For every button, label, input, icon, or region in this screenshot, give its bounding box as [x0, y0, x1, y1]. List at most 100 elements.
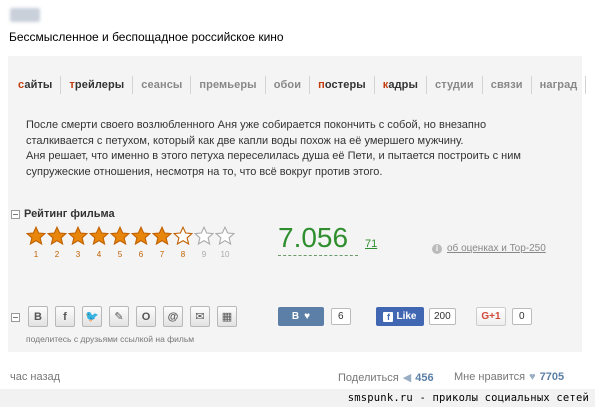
- about-ratings-link[interactable]: i об оценках и Top-250: [432, 243, 546, 254]
- menu-item[interactable]: трейлеры: [61, 76, 134, 94]
- vk-share-button[interactable]: В: [28, 306, 48, 327]
- menu-item-label: остеры: [324, 79, 366, 91]
- vk-like-label: В: [291, 311, 300, 322]
- share-collapse-toggle[interactable]: [11, 313, 20, 322]
- moimir-share-button[interactable]: @: [163, 306, 183, 327]
- star-number: 7: [159, 250, 165, 259]
- facebook-share-button[interactable]: f: [55, 306, 75, 327]
- description-line: супружеские отношения, несмотря на то, ч…: [26, 165, 383, 178]
- email-share-button[interactable]: ✉: [190, 306, 210, 327]
- star-number: 8: [180, 250, 186, 259]
- post-title: Бессмысленное и беспощадное российское к…: [9, 30, 284, 44]
- menu-item-label: айты: [24, 79, 53, 91]
- livejournal-share-icon: ✎: [114, 311, 124, 323]
- share-buttons-row: Вf 🐦 ✎ О @ ✉ ▦: [28, 306, 237, 327]
- collapse-toggle-icon[interactable]: [11, 313, 20, 322]
- menu-item-label: адры: [388, 79, 418, 91]
- menu-item-label: сеансы: [141, 79, 183, 91]
- heart-icon: ♥: [529, 371, 536, 383]
- facebook-icon: f: [383, 311, 394, 322]
- facebook-like-count: 200: [429, 308, 456, 325]
- like-stat[interactable]: Мне нравится ♥ 7705: [454, 371, 564, 383]
- post-timestamp[interactable]: час назад: [10, 371, 60, 383]
- email-share-icon: ✉: [195, 311, 205, 323]
- qr-share-icon: ▦: [221, 311, 233, 323]
- description-line: После смерти своего возлюбленного Аня уж…: [26, 119, 487, 131]
- twitter-share-icon: 🐦: [85, 311, 99, 323]
- google-plus-count: 0: [512, 308, 532, 325]
- menu-item[interactable]: сайты: [18, 76, 62, 94]
- like-stat-count: 7705: [539, 371, 565, 383]
- livejournal-share-button[interactable]: ✎: [109, 306, 129, 327]
- menu-item-label: студии: [435, 79, 474, 91]
- rating-heading: Рейтинг фильма: [11, 208, 115, 220]
- share-stat[interactable]: Поделиться ◀ 456: [338, 371, 434, 385]
- star-number: 4: [96, 250, 102, 259]
- movie-description: После смерти своего возлюбленного Аня уж…: [26, 118, 566, 180]
- menu-item-label: премьеры: [199, 79, 257, 91]
- share-stat-count: 456: [415, 371, 434, 384]
- menu-item[interactable]: обои: [266, 76, 311, 94]
- star-icon[interactable]: [68, 226, 88, 246]
- like-stat-label[interactable]: Мне нравится: [454, 371, 525, 383]
- megaphone-icon: ◀: [402, 372, 412, 384]
- star-icon[interactable]: [26, 226, 46, 246]
- star-icon[interactable]: [131, 226, 151, 246]
- menu-item-accent: п: [318, 79, 325, 91]
- description-line: сталкивается с петухом, который как две …: [26, 134, 464, 147]
- odnoklassniki-share-button[interactable]: О: [136, 306, 156, 327]
- rating-heading-text: Рейтинг фильма: [24, 208, 115, 220]
- star-number: 2: [54, 250, 60, 259]
- watermark-text: smspunk.ru - приколы социальных сетей: [347, 392, 589, 404]
- star-number: 6: [138, 250, 144, 259]
- odnoklassniki-share-icon: О: [141, 310, 151, 323]
- watermark-bar: smspunk.ru - приколы социальных сетей: [0, 389, 595, 407]
- moimir-share-icon: @: [167, 310, 179, 323]
- menu-item-label: наград: [539, 79, 578, 91]
- share-hint: поделитесь с друзьями ссылкой на фильм: [26, 334, 195, 344]
- vk-like-count: 6: [331, 308, 351, 325]
- menu-item[interactable]: студии: [427, 76, 483, 94]
- facebook-share-icon: f: [63, 310, 67, 323]
- star-number: 5: [117, 250, 123, 259]
- menu-item[interactable]: кадры: [375, 76, 427, 94]
- heart-icon: ♥: [304, 311, 311, 322]
- about-ratings-text[interactable]: об оценках и Top-250: [447, 243, 546, 254]
- star-icon[interactable]: [110, 226, 130, 246]
- qr-share-button[interactable]: ▦: [217, 306, 237, 327]
- facebook-like-button[interactable]: f Like: [376, 307, 424, 326]
- star-icon[interactable]: [215, 226, 235, 246]
- movie-menu: сайты трейлеры сеансы премьеры обои постеры ка…: [18, 76, 587, 94]
- star-number: 9: [201, 250, 207, 259]
- author-avatar-blurred[interactable]: [10, 8, 40, 22]
- star-number: 3: [75, 250, 81, 259]
- star-icon[interactable]: [152, 226, 172, 246]
- share-stat-label[interactable]: Поделиться: [338, 372, 399, 384]
- menu-item-label: связи: [490, 79, 523, 91]
- star-icon[interactable]: [194, 226, 214, 246]
- menu-item[interactable]: связи: [483, 76, 532, 94]
- menu-item[interactable]: наград: [532, 76, 587, 94]
- description-line: Аня решает, что именно в этого петуха пе…: [26, 150, 521, 162]
- menu-item-label: рейлеры: [74, 79, 125, 91]
- movie-card-screenshot[interactable]: сайты трейлеры сеансы премьеры обои постеры ка…: [8, 56, 587, 352]
- menu-item[interactable]: премьеры: [191, 76, 266, 94]
- facebook-like-label: Like: [396, 311, 417, 322]
- vk-share-icon: В: [34, 310, 42, 323]
- star-number: 10: [220, 250, 230, 259]
- twitter-share-button[interactable]: 🐦: [82, 306, 102, 327]
- star-number: 1: [33, 250, 39, 259]
- star-icon[interactable]: [47, 226, 67, 246]
- rating-score: 7.056: [278, 222, 349, 253]
- rating-votes-count[interactable]: 71: [365, 238, 377, 250]
- info-icon: i: [432, 243, 442, 254]
- menu-item[interactable]: сеансы: [133, 76, 192, 94]
- score-underline: [278, 255, 358, 256]
- menu-item[interactable]: постеры: [310, 76, 375, 94]
- collapse-toggle-icon[interactable]: [11, 209, 20, 219]
- vk-like-button[interactable]: В ♥: [278, 307, 324, 326]
- star-icon[interactable]: [89, 226, 109, 246]
- google-plus-button[interactable]: G+1: [476, 307, 506, 326]
- menu-item-label: обои: [273, 79, 302, 91]
- star-icon[interactable]: [173, 226, 193, 246]
